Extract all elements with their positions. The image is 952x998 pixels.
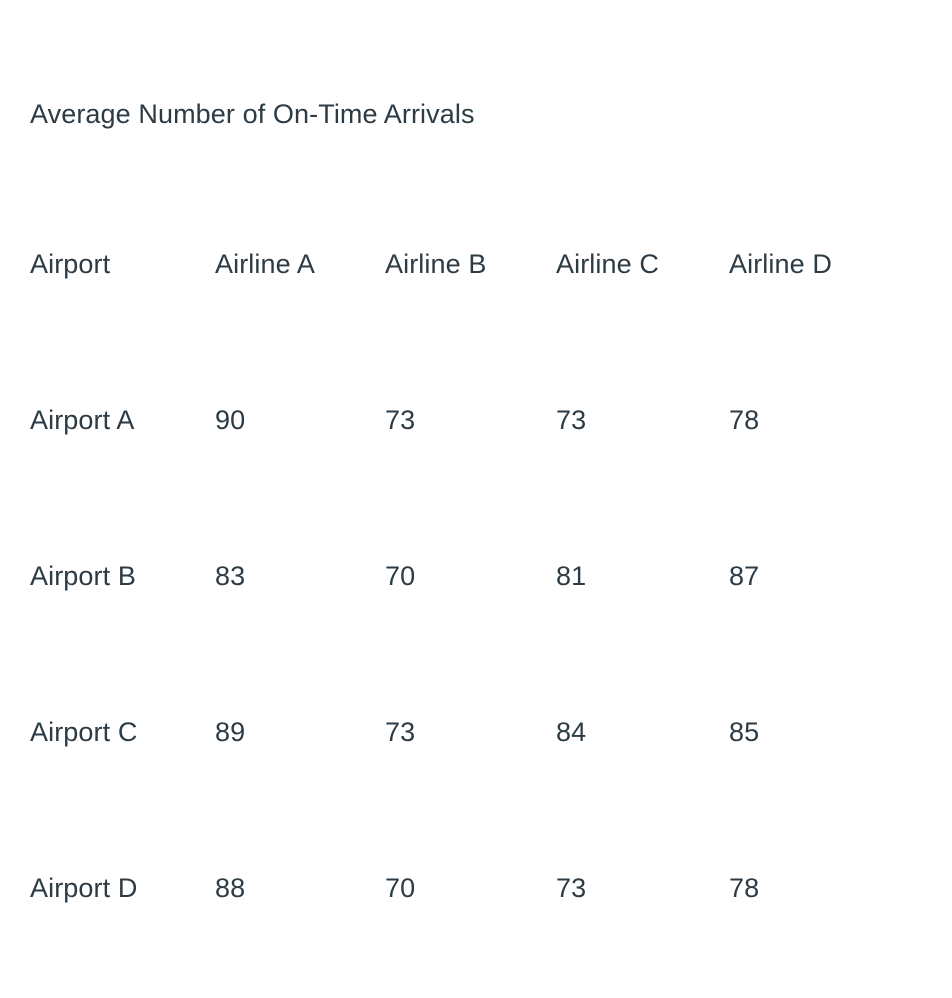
cell-airport-a-airline-d: 78 [729, 405, 760, 435]
cell-airport-b-airline-c: 81 [556, 561, 587, 591]
table-row: Airport D 88 70 73 78 [30, 870, 920, 910]
row-header-airport-d: Airport D [30, 873, 138, 903]
on-time-arrivals-table: Airport Airline A Airline B Airline C Ai… [30, 246, 920, 910]
cell-airport-b-airline-b: 70 [385, 561, 416, 591]
cell-airport-d-airline-c: 73 [556, 873, 587, 903]
cell-airport-c-airline-b: 73 [385, 717, 416, 747]
cell-airport-c-airline-a: 89 [215, 717, 246, 747]
page-title: Average Number of On-Time Arrivals [30, 99, 475, 129]
cell-airport-b-airline-a: 83 [215, 561, 246, 591]
row-header-airport-b: Airport B [30, 561, 136, 591]
cell-airport-a-airline-c: 73 [556, 405, 587, 435]
cell-airport-c-airline-c: 84 [556, 717, 587, 747]
table-body: Airport A 90 73 73 78 Airport B 83 70 81… [30, 402, 920, 910]
cell-airport-d-airline-a: 88 [215, 873, 246, 903]
cell-airport-a-airline-a: 90 [215, 405, 246, 435]
column-header-airline-d: Airline D [729, 249, 832, 279]
cell-airport-c-airline-d: 85 [729, 717, 760, 747]
cell-airport-d-airline-b: 70 [385, 873, 416, 903]
table-row: Airport A 90 73 73 78 [30, 402, 920, 558]
row-header-airport-a: Airport A [30, 405, 135, 435]
page-root: Average Number of On-Time Arrivals Airpo… [0, 0, 952, 998]
column-header-airline-b: Airline B [385, 249, 487, 279]
cell-airport-d-airline-d: 78 [729, 873, 760, 903]
row-header-airport-c: Airport C [30, 717, 138, 747]
column-header-airport: Airport [30, 249, 111, 279]
table-head: Airport Airline A Airline B Airline C Ai… [30, 246, 920, 402]
table-row: Airport C 89 73 84 85 [30, 714, 920, 870]
table-header-row: Airport Airline A Airline B Airline C Ai… [30, 246, 920, 402]
table-row: Airport B 83 70 81 87 [30, 558, 920, 714]
cell-airport-b-airline-d: 87 [729, 561, 760, 591]
cell-airport-a-airline-b: 73 [385, 405, 416, 435]
column-header-airline-a: Airline A [215, 249, 315, 279]
column-header-airline-c: Airline C [556, 249, 659, 279]
